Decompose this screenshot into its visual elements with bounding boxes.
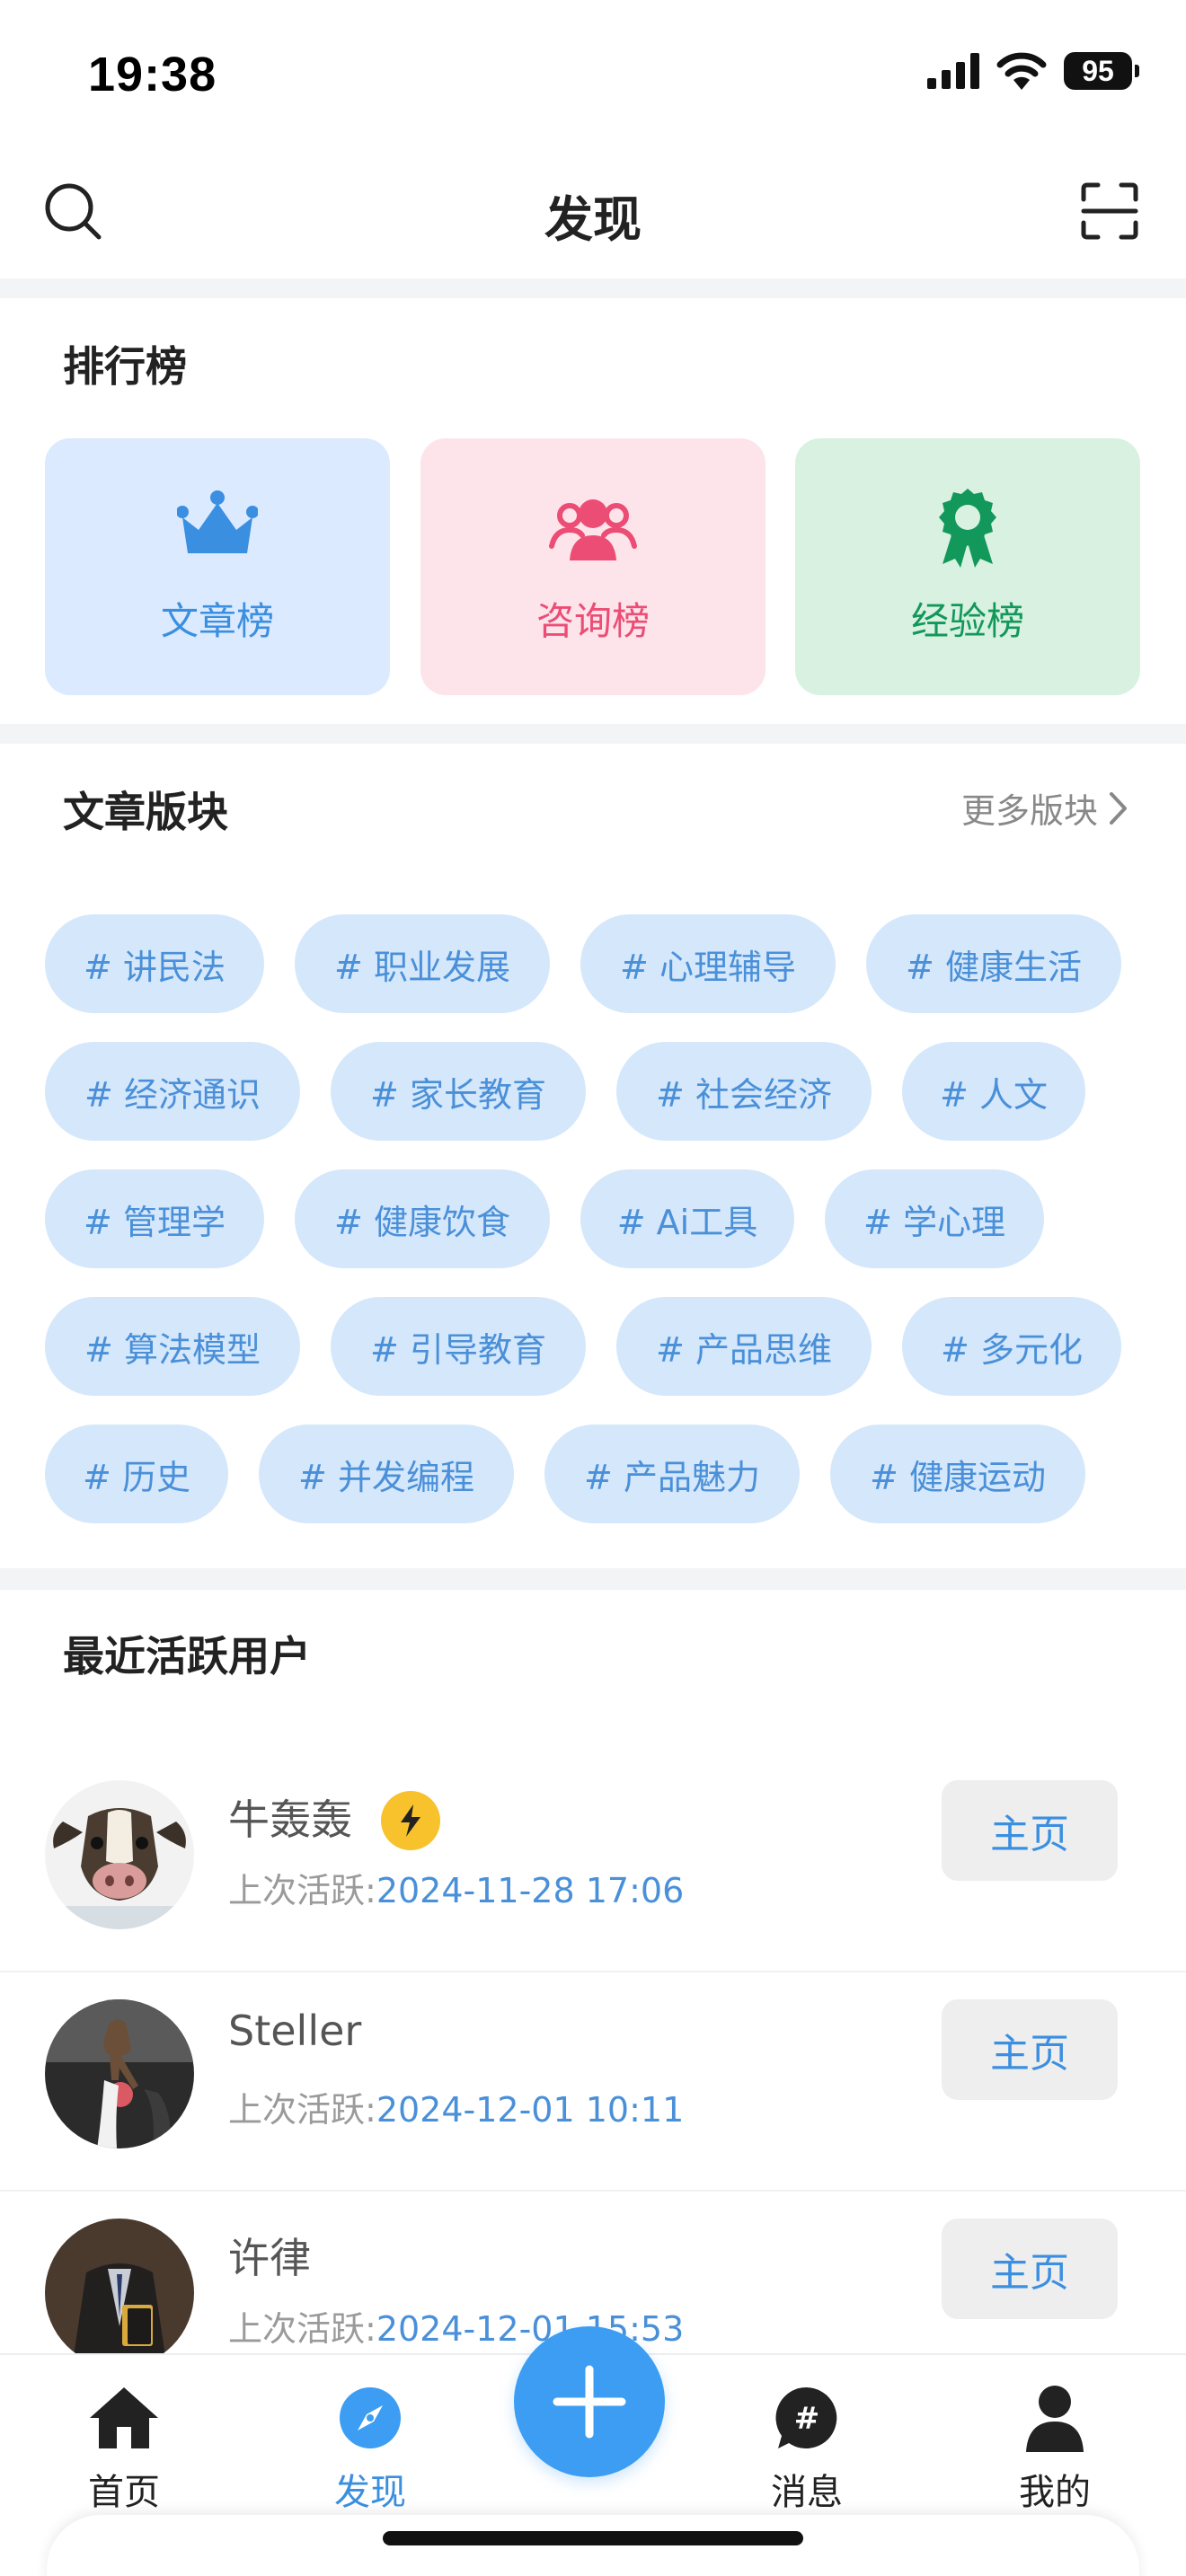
last-active-time: 2024-12-01 10:11: [376, 2090, 685, 2130]
topic-tag[interactable]: # 人文: [902, 1042, 1085, 1141]
active-users-section: 最近活跃用户 牛轰轰 上次活跃:2024-11-28 17:06 主页 Stel…: [0, 1590, 1186, 2368]
cellular-signal-icon: [927, 53, 979, 89]
tab-discover[interactable]: 发现: [289, 2382, 451, 2515]
last-active-label: 上次活跃:: [228, 2309, 376, 2349]
tab-discover-label: 发现: [334, 2472, 406, 2513]
cow-avatar-image: [45, 1780, 194, 1929]
battery-icon: 95: [1064, 52, 1139, 90]
user-name: 牛轰轰: [228, 1795, 352, 1844]
user-name: Steller: [228, 2007, 362, 2055]
suit-avatar-image: [45, 2219, 194, 2368]
avatar[interactable]: [45, 1999, 194, 2148]
lightning-icon: [381, 1791, 440, 1850]
bottom-sheet-edge: [47, 2515, 1139, 2576]
topic-tag[interactable]: # 产品魅力: [544, 1425, 800, 1523]
nav-header: 发现: [0, 144, 1186, 278]
article-ranking-card[interactable]: 文章榜: [45, 438, 390, 695]
topic-tag[interactable]: # 管理学: [45, 1169, 264, 1268]
topic-tag[interactable]: # 学心理: [825, 1169, 1044, 1268]
topic-tag[interactable]: # 多元化: [902, 1297, 1121, 1396]
topic-tag[interactable]: # 健康饮食: [295, 1169, 550, 1268]
topic-tag[interactable]: # 职业发展: [295, 914, 550, 1013]
topic-tag[interactable]: # 健康生活: [866, 914, 1121, 1013]
topics-title: 文章版块: [63, 788, 228, 836]
tab-home[interactable]: 首页: [43, 2382, 205, 2515]
last-active-time: 2024-12-01 15:53: [376, 2309, 685, 2349]
topic-tag[interactable]: # 并发编程: [259, 1425, 514, 1523]
tab-profile[interactable]: 我的: [974, 2382, 1136, 2515]
active-users-title: 最近活跃用户: [63, 1632, 311, 1681]
hashtag-chat-icon: #: [775, 2386, 837, 2448]
topic-tag[interactable]: # 讲民法: [45, 914, 264, 1013]
more-topics-link[interactable]: 更多版块: [961, 783, 1128, 833]
topic-tag[interactable]: # 历史: [45, 1425, 228, 1523]
wifi-icon: [996, 52, 1047, 90]
leaderboard-title: 排行榜: [63, 342, 187, 391]
experience-ranking-label: 经验榜: [910, 599, 1024, 643]
user-row[interactable]: 牛轰轰 上次活跃:2024-11-28 17:06 主页: [0, 1753, 1186, 1972]
consult-ranking-label: 咨询榜: [535, 599, 650, 643]
create-post-button[interactable]: [514, 2326, 665, 2477]
topics-section: 文章版块 更多版块 # 讲民法 # 职业发展 # 心理辅导 # 健康生活 # 经…: [0, 744, 1186, 1568]
user-last-active: 上次活跃:2024-12-01 10:11: [228, 2082, 684, 2131]
user-home-button[interactable]: 主页: [942, 1780, 1118, 1881]
svg-text:#: #: [794, 2401, 820, 2437]
tab-messages-label: 消息: [771, 2472, 843, 2513]
avatar[interactable]: [45, 2219, 194, 2368]
chevron-right-icon: [1110, 791, 1127, 825]
topic-tag[interactable]: # Ai工具: [580, 1169, 794, 1268]
tab-profile-label: 我的: [1019, 2472, 1091, 2513]
topic-tag[interactable]: # 算法模型: [45, 1297, 300, 1396]
tab-home-label: 首页: [88, 2472, 160, 2513]
last-active-label: 上次活跃:: [228, 1871, 376, 1910]
user-home-button[interactable]: 主页: [942, 1999, 1118, 2100]
topic-tag[interactable]: # 家长教育: [331, 1042, 586, 1141]
status-time: 19:38: [88, 48, 217, 101]
user-row[interactable]: Steller 上次活跃:2024-12-01 10:11 主页: [0, 1972, 1186, 2192]
avatar[interactable]: [45, 1780, 194, 1929]
user-home-button[interactable]: 主页: [942, 2219, 1118, 2319]
page-title: 发现: [544, 191, 642, 248]
scan-icon[interactable]: [1080, 181, 1139, 241]
topic-tag[interactable]: # 心理辅导: [580, 914, 836, 1013]
crown-icon: [177, 490, 258, 553]
user-name: 许律: [228, 2234, 311, 2282]
groot-avatar-image: [45, 1999, 194, 2148]
people-group-icon: [549, 499, 637, 560]
consult-ranking-card[interactable]: 咨询榜: [420, 438, 766, 695]
topic-tag[interactable]: # 引导教育: [331, 1297, 586, 1396]
status-icons: 95: [927, 52, 1139, 90]
article-ranking-label: 文章榜: [160, 599, 274, 643]
tab-messages[interactable]: # 消息: [726, 2382, 888, 2515]
topic-tag[interactable]: # 经济通识: [45, 1042, 300, 1141]
plus-icon: [553, 2365, 626, 2439]
topic-tag[interactable]: # 社会经济: [616, 1042, 872, 1141]
award-medal-icon: [939, 489, 996, 568]
battery-level: 95: [1082, 54, 1114, 87]
topic-tag[interactable]: # 产品思维: [616, 1297, 872, 1396]
compass-icon: [340, 2387, 401, 2448]
experience-ranking-card[interactable]: 经验榜: [795, 438, 1140, 695]
more-topics-label: 更多版块: [960, 791, 1098, 831]
last-active-label: 上次活跃:: [228, 2090, 376, 2130]
leaderboard-section: 排行榜 文章榜 咨询榜 经验榜: [0, 298, 1186, 724]
home-indicator[interactable]: [383, 2531, 803, 2545]
home-icon: [90, 2387, 158, 2448]
topic-tag[interactable]: # 健康运动: [830, 1425, 1085, 1523]
status-bar: 19:38 95: [0, 0, 1186, 144]
person-icon: [1026, 2386, 1084, 2452]
last-active-time: 2024-11-28 17:06: [376, 1871, 685, 1910]
user-last-active: 上次活跃:2024-11-28 17:06: [228, 1863, 684, 1912]
